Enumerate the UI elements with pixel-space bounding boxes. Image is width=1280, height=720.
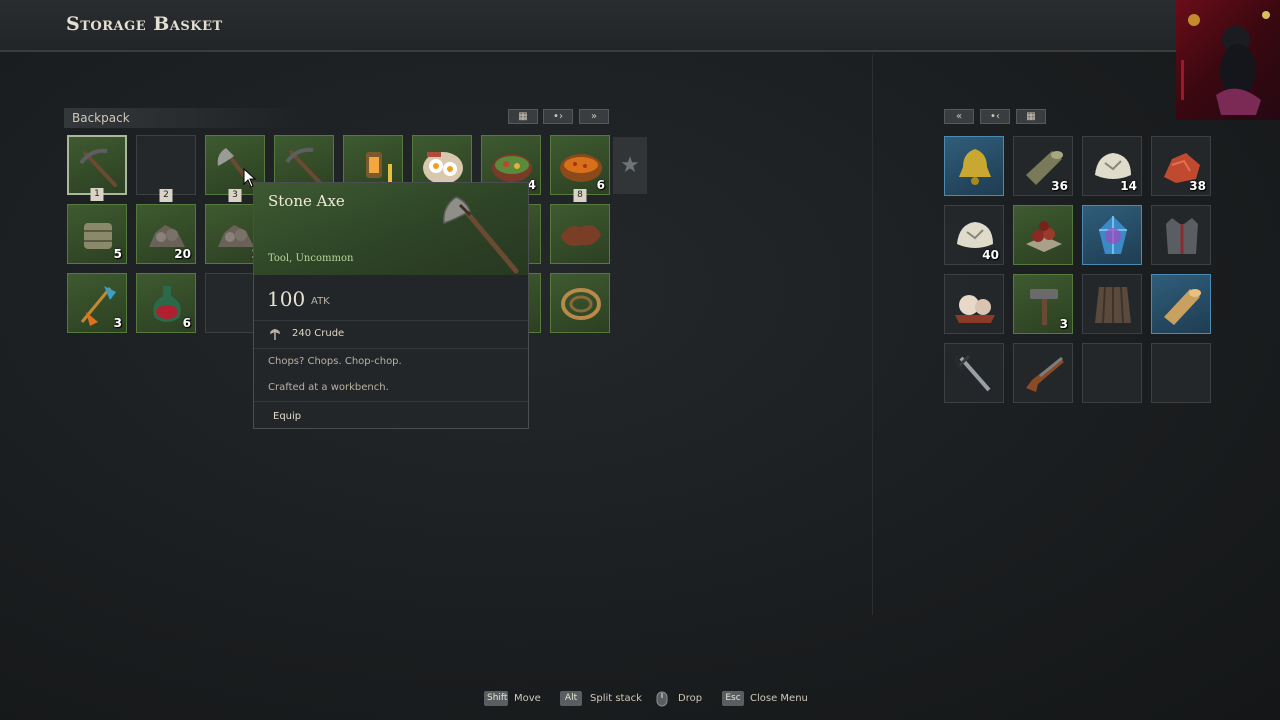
item-name: Stone Axe [268,192,345,210]
streamer-avatar [1176,0,1280,120]
tooltip-divider [254,348,528,349]
vest-icon [1166,218,1198,254]
backpack-slot[interactable] [550,273,610,333]
storage-slot[interactable] [1151,274,1211,334]
storage-slot[interactable] [1082,205,1142,265]
take-all-button[interactable]: « [944,109,974,124]
backpack-slot[interactable]: 5 [67,204,127,264]
backpack-slot[interactable] [550,204,610,264]
panel-divider [872,55,873,615]
rope-coil-icon [561,288,601,320]
storage-slot[interactable] [1151,343,1211,403]
crystal-icon [1099,216,1127,254]
crude-axe-icon [270,329,280,340]
backpack-slot[interactable]: 2 [136,135,196,202]
item-description: Chops? Chops. Chop-chop. [268,356,402,367]
attack-unit: ATK [311,296,330,307]
shift-key: Shift [484,691,508,706]
tooltip-divider [254,320,528,321]
storage-slot[interactable] [1082,274,1142,334]
item-count: 38 [1189,179,1206,193]
avatar-art [1181,11,1270,115]
item-count: 36 [1051,179,1068,193]
storage-slot[interactable] [944,274,1004,334]
control-hints: Shift Move Alt Split stack Drop Esc Clos… [0,688,1280,710]
close-menu-hint[interactable]: Close Menu [750,693,808,704]
esc-key: Esc [722,691,744,706]
sort-button[interactable]: •› [543,109,573,124]
hotkey-badge: 3 [228,189,242,202]
mouse-cursor-icon [243,168,257,188]
hotkey-badge: 1 [90,188,104,201]
bell-icon [959,149,991,185]
attack-value: 100 [267,287,306,311]
page-title: Storage Basket [66,13,223,35]
equip-action[interactable]: Equip [273,411,301,422]
backpack-slot[interactable]: 1 [67,135,127,201]
storage-slot[interactable] [1013,343,1073,403]
item-count: 5 [113,247,122,261]
storage-slot[interactable] [944,343,1004,403]
storage-slot[interactable]: 3 [1013,274,1073,334]
hotkey-badge: 8 [573,189,587,202]
item-count: 3 [1059,317,1068,331]
storage-slot[interactable]: 36 [1013,136,1073,196]
title-bar: Storage Basket [0,0,1180,52]
item-count: 40 [982,248,999,262]
storage-grid-view-button[interactable]: ▦ [1016,109,1046,124]
storage-slot[interactable] [1013,205,1073,265]
item-type: Tool, Uncommon [268,253,354,264]
grid-view-button[interactable]: ▦ [508,109,538,124]
storage-slot[interactable] [1082,343,1142,403]
animal-hide-icon [561,225,601,246]
move-hint: Move [514,693,541,704]
backpack-slot[interactable]: 20 [136,204,196,264]
backpack-label: Backpack [64,108,304,128]
item-crafting-note: Crafted at a workbench. [268,382,389,393]
stone-axe-icon [443,196,519,274]
storage-sort-button[interactable]: •‹ [980,109,1010,124]
backpack-slot[interactable]: 6 [136,273,196,333]
storage-slot[interactable]: 38 [1151,136,1211,196]
tooltip-divider [254,401,528,402]
drop-hint: Drop [678,693,703,704]
item-tooltip: Stone Axe Tool, Uncommon 100 ATK 240 Cru… [253,182,529,429]
hotkey-badge: 2 [159,189,173,202]
pickaxe-icon [79,148,117,187]
flintlock-icon [1026,356,1064,392]
item-count: 6 [596,178,605,192]
mouse-icon [656,691,668,707]
item-count: 3 [113,316,122,330]
split-stack-hint: Split stack [590,693,642,704]
crude-value: 240 Crude [292,328,345,339]
storage-slot[interactable] [1151,205,1211,265]
backpack-slot[interactable]: 68 [550,135,610,202]
alt-key: Alt [560,691,582,706]
star-icon: ★ [620,153,640,178]
transfer-all-button[interactable]: » [579,109,609,124]
item-count: 20 [174,247,191,261]
storage-slot[interactable]: 14 [1082,136,1142,196]
berries-icon [1026,221,1062,252]
gold-roll-icon [1164,289,1201,325]
backpack-slot[interactable]: 3 [67,273,127,333]
storage-slot[interactable] [944,136,1004,196]
cloth-icon [1095,286,1131,324]
pearls-icon [955,295,995,323]
sword-icon [955,354,991,392]
item-count: 6 [182,316,191,330]
favorite-slot[interactable]: ★ [613,137,647,194]
item-count: 14 [1120,179,1137,193]
tooltip-header: Stone Axe Tool, Uncommon [254,183,528,275]
storage-slot[interactable]: 40 [944,205,1004,265]
